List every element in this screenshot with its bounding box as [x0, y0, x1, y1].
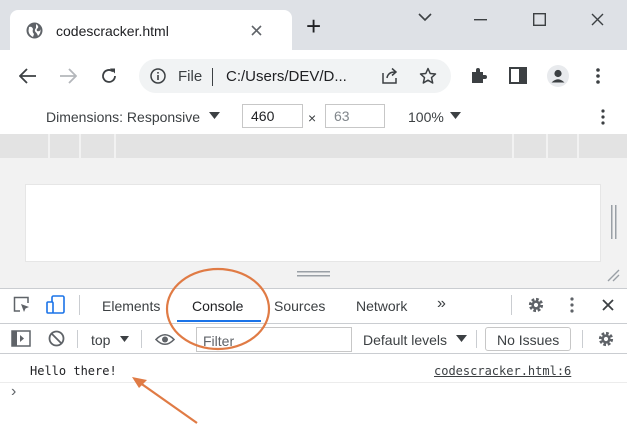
toolbar-separator [141, 330, 142, 348]
zoom-dropdown-arrow-icon[interactable] [450, 112, 461, 120]
device-toolbar-menu-icon[interactable] [601, 109, 605, 125]
media-query-divider [114, 134, 116, 158]
star-icon[interactable] [419, 67, 437, 85]
devtools-menu-icon[interactable] [570, 297, 574, 313]
live-expression-eye-icon[interactable] [155, 333, 175, 346]
tab-elements[interactable]: Elements [102, 298, 160, 314]
info-icon[interactable] [150, 68, 166, 84]
url-text[interactable]: C:/Users/DEV/D... [226, 68, 347, 85]
width-input[interactable]: 460 [242, 104, 303, 128]
sidebar-toggle-icon[interactable] [11, 330, 31, 347]
height-input[interactable]: 63 [325, 104, 385, 128]
back-arrow-icon[interactable] [19, 68, 37, 84]
browser-menu-icon[interactable] [596, 67, 600, 85]
toolbar-separator [511, 295, 512, 315]
chevron-down-icon[interactable] [418, 13, 432, 22]
message-divider [0, 382, 627, 383]
profile-icon[interactable] [547, 65, 569, 87]
toolbar-separator [476, 330, 477, 348]
log-levels-dropdown[interactable]: Default levels [363, 332, 447, 348]
more-tabs-button[interactable]: » [437, 295, 446, 313]
annotation-arrow-line [135, 379, 198, 424]
forward-arrow-icon [59, 68, 77, 84]
toolbar-separator [77, 330, 78, 348]
active-tab-indicator [177, 320, 261, 322]
width-resize-handle[interactable] [611, 205, 617, 239]
times-symbol: × [308, 110, 317, 126]
media-query-divider [79, 134, 81, 158]
settings-gear-icon[interactable] [527, 296, 545, 314]
url-scheme-label: File [178, 68, 203, 85]
corner-resize-handle[interactable] [606, 268, 620, 282]
zoom-dropdown[interactable]: 100% [408, 109, 444, 125]
close-icon[interactable] [591, 13, 604, 26]
console-message: Hello there! [30, 364, 117, 378]
console-prompt[interactable]: › [11, 383, 16, 401]
media-query-divider [577, 134, 579, 158]
issues-label: No Issues [497, 332, 560, 348]
inspect-element-icon[interactable] [13, 296, 31, 314]
new-tab-button[interactable]: + [306, 13, 321, 39]
device-toggle-icon[interactable] [46, 295, 66, 314]
tab-close-icon[interactable] [251, 25, 262, 36]
media-query-divider [512, 134, 514, 158]
toolbar-separator [79, 295, 80, 315]
media-query-divider [546, 134, 548, 158]
clear-console-icon[interactable] [48, 330, 65, 347]
maximize-icon[interactable] [533, 13, 546, 26]
context-selector[interactable]: top [91, 332, 110, 348]
reload-icon[interactable] [100, 67, 118, 85]
close-devtools-icon[interactable] [602, 299, 614, 311]
context-dropdown-arrow-icon[interactable] [120, 336, 129, 342]
filter-placeholder: Filter [203, 333, 235, 349]
browser-tab[interactable]: codescracker.html [10, 10, 292, 50]
media-query-bar[interactable] [0, 134, 627, 158]
height-resize-handle[interactable] [297, 271, 330, 277]
tab-network[interactable]: Network [356, 298, 407, 314]
puzzle-icon[interactable] [470, 67, 488, 85]
share-icon[interactable] [381, 67, 399, 84]
console-settings-gear-icon[interactable] [597, 330, 615, 348]
url-divider [212, 68, 213, 86]
globe-icon [26, 22, 43, 39]
tab-title: codescracker.html [56, 23, 169, 39]
levels-dropdown-arrow-icon[interactable] [456, 335, 467, 343]
tab-console[interactable]: Console [192, 298, 243, 314]
sidepanel-icon[interactable] [509, 67, 527, 84]
minimize-icon[interactable] [474, 19, 487, 21]
media-query-divider [48, 134, 50, 158]
dropdown-arrow-icon[interactable] [209, 112, 220, 120]
dimensions-dropdown[interactable]: Dimensions: Responsive [46, 109, 200, 125]
source-link[interactable]: codescracker.html:6 [434, 364, 571, 378]
tab-sources[interactable]: Sources [274, 298, 325, 314]
toolbar-separator [582, 330, 583, 348]
page-viewport[interactable] [25, 184, 601, 262]
